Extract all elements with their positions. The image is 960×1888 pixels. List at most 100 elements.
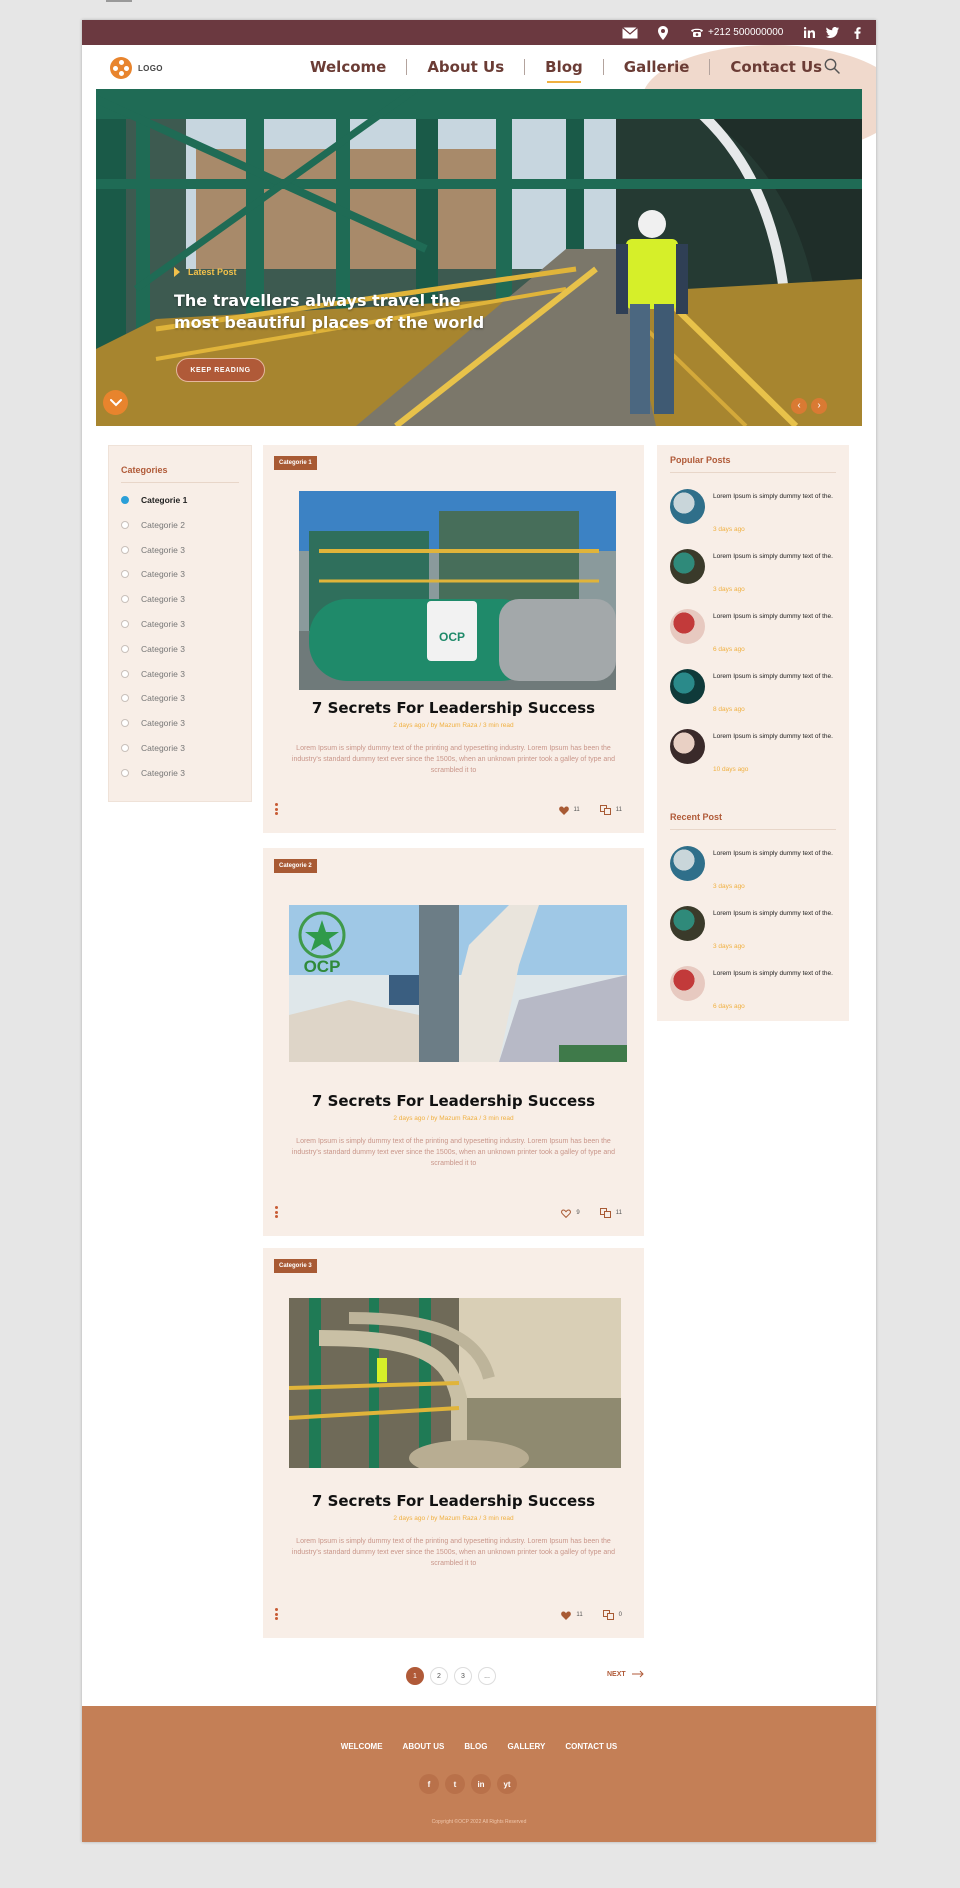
post-image[interactable]: OCP [289,905,627,1062]
nav-welcome[interactable]: Welcome [290,58,406,76]
category-item[interactable]: Categorie 3 [121,567,185,581]
category-label: Categorie 3 [141,569,185,580]
post-thumbnail [670,729,705,764]
popular-item[interactable]: Lorem Ipsum is simply dummy text of the.… [670,669,840,717]
youtube-icon[interactable]: yt [497,1774,517,1794]
hero-prev-button[interactable]: ‹ [791,398,807,414]
post-title[interactable]: 7 Secrets For Leadership Success [263,1092,644,1110]
linkedin-icon[interactable]: in [471,1774,491,1794]
linkedin-icon[interactable] [804,20,815,45]
heart-icon[interactable] [561,1611,572,1620]
more-options-icon[interactable] [275,1206,278,1220]
category-item[interactable]: Categorie 1 [121,493,187,507]
more-options-icon[interactable] [275,803,278,817]
next-page-button[interactable]: NEXT [607,1670,644,1678]
recent-item[interactable]: Lorem Ipsum is simply dummy text of the.… [670,966,840,1014]
post-thumbnail [670,609,705,644]
heart-icon[interactable] [558,806,569,815]
share-icon[interactable] [599,805,611,815]
keep-reading-button[interactable]: KEEP READING [176,358,265,382]
footer-link-blog[interactable]: BLOG [464,1742,487,1751]
browser-tab-marker [106,0,132,2]
facebook-icon[interactable]: f [419,1774,439,1794]
share-icon[interactable] [602,1610,614,1620]
share-icon[interactable] [599,1208,611,1218]
search-icon[interactable] [824,58,840,79]
nav-about-us[interactable]: About Us [407,58,524,76]
logo-text: LOGO [138,63,163,73]
shares-count: 11 [615,807,622,813]
recent-item[interactable]: Lorem Ipsum is simply dummy text of the.… [670,846,840,894]
svg-text:OCP: OCP [439,630,465,644]
popular-item[interactable]: Lorem Ipsum is simply dummy text of the.… [670,489,840,537]
svg-text:OCP: OCP [304,957,341,976]
radio-dot-icon [121,669,129,678]
recent-item[interactable]: Lorem Ipsum is simply dummy text of the.… [670,906,840,954]
hero-latest-tag: Latest Post [174,267,237,277]
twitter-icon[interactable]: t [445,1774,465,1794]
category-label: Categorie 3 [141,668,185,679]
popular-item[interactable]: Lorem Ipsum is simply dummy text of the.… [670,609,840,657]
footer-link-welcome[interactable]: WELCOME [341,1742,383,1751]
nav-contact-us[interactable]: Contact Us [710,58,842,76]
divider [121,482,239,483]
category-label: Categorie 3 [141,619,185,629]
post-image[interactable]: OCP [299,491,616,690]
category-item[interactable]: Categorie 3 [121,766,185,780]
page-3-button[interactable]: 3 [454,1667,472,1685]
side-post-text: Lorem Ipsum is simply dummy text of the. [713,733,833,740]
mail-icon[interactable] [622,20,638,45]
popular-posts-title: Popular Posts [670,455,731,465]
category-item[interactable]: Categorie 3 [121,716,185,730]
post-category-badge[interactable]: Categorie 2 [274,859,317,873]
post-category-badge[interactable]: Categorie 3 [274,1259,317,1273]
recent-post-title: Recent Post [670,812,723,822]
footer: WELCOME ABOUT US BLOG GALLERY CONTACT US… [82,1706,876,1842]
footer-link-gallery[interactable]: GALLERY [507,1742,545,1751]
category-item[interactable]: Categorie 3 [121,543,185,557]
footer-link-about-us[interactable]: ABOUT US [403,1742,445,1751]
post-title[interactable]: 7 Secrets For Leadership Success [263,1492,644,1510]
twitter-icon[interactable] [826,20,839,45]
more-options-icon[interactable] [275,1608,278,1622]
category-item[interactable]: Categorie 3 [121,617,185,631]
hero-next-button[interactable]: › [811,398,827,414]
post-excerpt: Lorem Ipsum is simply dummy text of the … [291,745,616,774]
main-nav: LOGO Welcome About Us Blog Gallerie Cont… [82,45,876,89]
post-excerpt: Lorem Ipsum is simply dummy text of the … [291,1538,616,1567]
phone-icon [691,28,703,37]
copyright: Copyright ©OCP 2022 All Rights Reserved [431,1819,527,1825]
page-2-button[interactable]: 2 [430,1667,448,1685]
category-item[interactable]: Categorie 3 [121,741,185,755]
next-label: NEXT [607,1670,626,1678]
post-thumbnail [670,489,705,524]
post-image[interactable] [289,1298,621,1468]
location-pin-icon[interactable] [658,20,668,45]
category-item[interactable]: Categorie 3 [121,642,185,656]
popular-item[interactable]: Lorem Ipsum is simply dummy text of the.… [670,729,840,777]
categories-panel: Categories Categorie 1 Categorie 2 Categor… [108,445,252,802]
page-1-button[interactable]: 1 [406,1667,424,1685]
scroll-down-button[interactable] [103,390,128,415]
shares-count: 0 [618,1612,622,1618]
side-post-time: 6 days ago [713,646,745,653]
nav-gallerie[interactable]: Gallerie [604,58,710,76]
phone-contact[interactable]: +212 500000000 [690,20,783,45]
category-item[interactable]: Categorie 3 [121,667,185,681]
nav-blog[interactable]: Blog [525,58,603,83]
side-post-text: Lorem Ipsum is simply dummy text of the. [713,493,833,500]
page-more-button[interactable]: ... [478,1667,496,1685]
facebook-icon[interactable] [854,20,861,45]
footer-link-contact-us[interactable]: CONTACT US [565,1742,617,1751]
popular-item[interactable]: Lorem Ipsum is simply dummy text of the.… [670,549,840,597]
category-item[interactable]: Categorie 3 [121,691,185,705]
hero-banner: Latest Post The travellers always travel… [96,89,862,426]
post-category-badge[interactable]: Categorie 1 [274,456,317,470]
logo[interactable]: LOGO [110,57,163,79]
category-item[interactable]: Categorie 2 [121,518,185,532]
radio-dot-icon [121,595,129,604]
category-item[interactable]: Categorie 3 [121,592,185,606]
post-title[interactable]: 7 Secrets For Leadership Success [263,699,644,717]
heart-outline-icon[interactable] [561,1208,572,1218]
logo-mark-icon [110,57,132,79]
